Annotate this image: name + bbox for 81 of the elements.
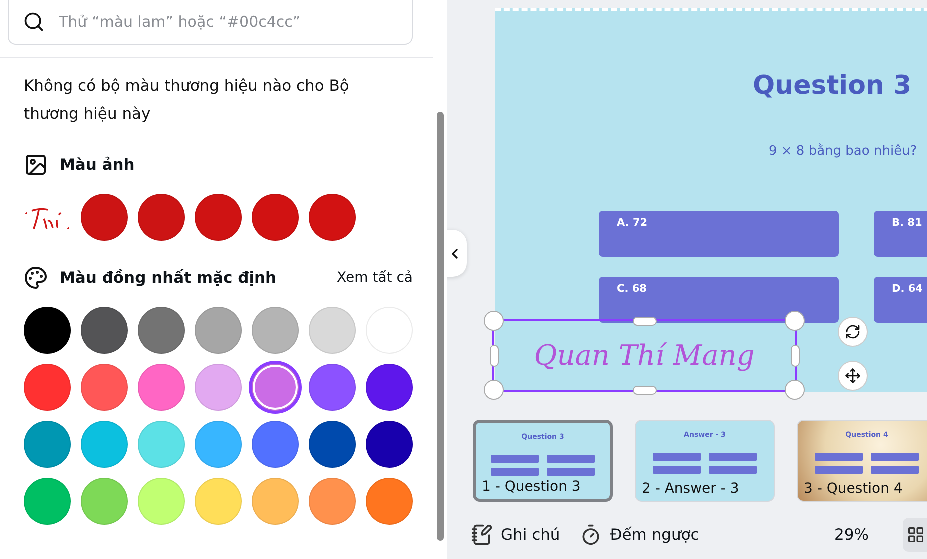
search-field[interactable]: Thử “màu lam” hoặc “#00c4cc” — [57, 12, 398, 32]
color-swatch[interactable] — [24, 478, 71, 525]
answer-option: D. 64 — [874, 277, 927, 323]
color-swatch[interactable] — [81, 194, 128, 241]
section-title: Màu đồng nhất mặc định — [60, 269, 277, 287]
color-swatch[interactable] — [366, 478, 413, 525]
color-swatch[interactable] — [366, 421, 413, 468]
search-icon — [23, 10, 45, 32]
color-swatch[interactable] — [138, 421, 185, 468]
color-swatch[interactable] — [81, 307, 128, 354]
color-swatch[interactable] — [24, 307, 71, 354]
brand-kit-notice: Không có bộ màu thương hiệu nào cho Bộ thương hiệu này — [24, 76, 350, 125]
thumbnail-bar — [709, 466, 757, 474]
resize-handle[interactable] — [790, 344, 800, 366]
color-swatch[interactable] — [252, 478, 299, 525]
thumbnail-bar — [547, 468, 595, 476]
scrollbar-thumb[interactable] — [437, 112, 444, 541]
thumbnail-bar — [871, 453, 919, 461]
thumbnail-bar — [815, 466, 863, 474]
see-all-link[interactable]: Xem tất cả — [337, 270, 413, 286]
color-swatch[interactable] — [195, 421, 242, 468]
color-swatch[interactable] — [309, 421, 356, 468]
thumbnail-bar — [709, 453, 757, 461]
color-swatch[interactable] — [309, 307, 356, 354]
question-text: 9 × 8 bằng bao nhiêu? — [769, 144, 918, 159]
color-swatch[interactable] — [252, 421, 299, 468]
page-label: 3 - Question 4 — [804, 481, 903, 497]
color-swatch[interactable] — [195, 307, 242, 354]
palette-icon — [24, 266, 48, 290]
color-swatch[interactable] — [138, 194, 185, 241]
color-swatch[interactable] — [309, 194, 356, 241]
answer-option: B. 81 — [874, 211, 927, 257]
resize-handle[interactable] — [484, 311, 504, 331]
color-swatch[interactable] — [138, 478, 185, 525]
thumbnail-bar — [653, 466, 701, 474]
color-swatch[interactable] — [195, 194, 242, 241]
color-swatch[interactable] — [309, 478, 356, 525]
color-swatch[interactable] — [81, 364, 128, 411]
color-swatch[interactable] — [138, 364, 185, 411]
move-button[interactable] — [838, 361, 868, 391]
answer-option: A. 72 — [599, 211, 839, 257]
notes-icon — [471, 524, 493, 546]
color-swatch[interactable] — [252, 364, 299, 411]
resize-handle[interactable] — [785, 380, 805, 400]
thumbnail-bar — [491, 468, 539, 476]
search-box[interactable]: Thử “màu lam” hoặc “#00c4cc” — [8, 0, 413, 45]
grid-view-button[interactable] — [903, 518, 927, 552]
thumbnail-bar — [871, 466, 919, 474]
page-label: 1 - Question 3 — [482, 479, 581, 495]
color-swatch[interactable] — [366, 364, 413, 411]
signature-text: Quan Thí Mang — [534, 339, 755, 372]
color-swatch[interactable] — [195, 478, 242, 525]
color-swatch[interactable] — [138, 307, 185, 354]
resize-handle[interactable] — [632, 386, 656, 394]
slide-title: Question 3 — [753, 71, 912, 101]
section-title: Màu ảnh — [60, 156, 135, 174]
color-swatch[interactable] — [252, 194, 299, 241]
rotate-icon — [845, 324, 861, 340]
thumbnail-bar — [491, 455, 539, 463]
thumbnail-bar — [653, 453, 701, 461]
grid-icon — [907, 526, 925, 544]
zoom-level[interactable]: 29% — [834, 526, 869, 544]
answer-option: C. 68 — [599, 277, 839, 323]
resize-handle[interactable] — [785, 311, 805, 331]
resize-handle[interactable] — [484, 380, 504, 400]
thumbnail-bar — [547, 455, 595, 463]
thumbnail-bar — [815, 453, 863, 461]
color-swatch[interactable] — [309, 364, 356, 411]
notes-button[interactable]: Ghi chú — [471, 524, 560, 546]
color-swatch[interactable] — [81, 421, 128, 468]
timer-button[interactable]: Đếm ngược — [580, 524, 700, 546]
color-swatch[interactable] — [24, 421, 71, 468]
color-swatch[interactable] — [195, 364, 242, 411]
move-icon — [845, 368, 861, 384]
color-swatch[interactable] — [252, 307, 299, 354]
resize-handle[interactable] — [490, 344, 498, 366]
color-swatch[interactable] — [81, 478, 128, 525]
page-label: 2 - Answer - 3 — [642, 481, 740, 497]
image-icon — [24, 153, 48, 177]
rotate-button[interactable] — [838, 317, 868, 347]
color-swatch[interactable] — [24, 364, 71, 411]
